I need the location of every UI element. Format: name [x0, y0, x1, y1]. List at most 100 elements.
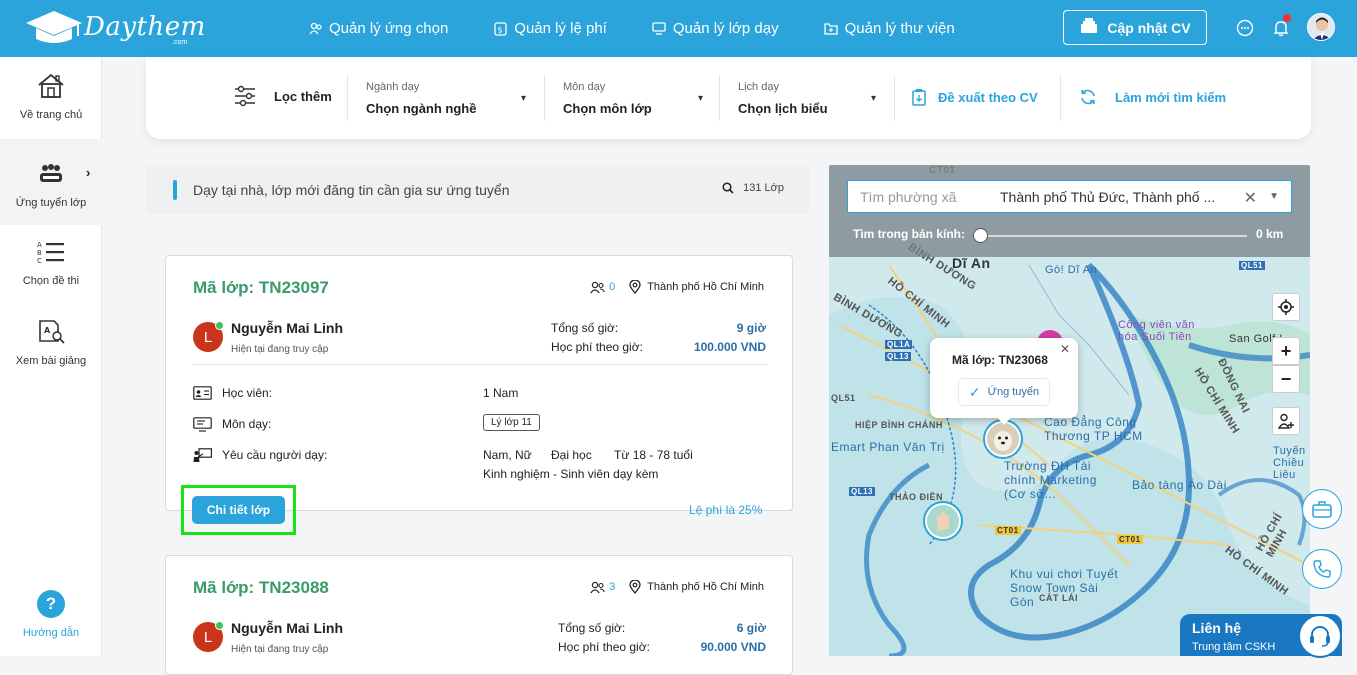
major-select[interactable]: Ngành dạy Chọn ngành nghề ▾	[366, 57, 526, 139]
ward-search-input[interactable]: Tìm phường xã Thành phố Thủ Đức, Thành p…	[847, 180, 1292, 213]
close-icon[interactable]: ✕	[1060, 342, 1070, 356]
zoom-in-button[interactable]: +	[1272, 337, 1300, 365]
tutor-name: Nguyễn Mai Linh	[231, 320, 343, 336]
students-value: 1 Nam	[483, 386, 519, 400]
map[interactable]: Tìm phường xã Thành phố Thủ Đức, Thành p…	[829, 165, 1310, 656]
logo[interactable]: Daythem .com	[24, 9, 206, 46]
subject-select[interactable]: Môn dạy Chọn môn lớp ▾	[563, 57, 703, 139]
board-icon	[193, 416, 213, 432]
sliders-icon	[235, 85, 255, 107]
refresh-search-button[interactable]: Làm mới tìm kiếm	[1079, 88, 1226, 106]
avatar: L	[193, 321, 224, 352]
update-cv-label: Cập nhật CV	[1107, 19, 1191, 36]
divider	[894, 75, 895, 121]
divider	[778, 510, 793, 511]
subject-value: Lý lớp 11	[483, 414, 540, 431]
class-code[interactable]: Mã lớp: TN23097	[193, 278, 329, 298]
tutor-name: Nguyễn Mai Linh	[231, 620, 343, 636]
nav-manage-library[interactable]: Quản lý thư viện	[824, 20, 955, 37]
map-search-panel: Tìm phường xã Thành phố Thủ Đức, Thành p…	[829, 165, 1310, 257]
sidebar-item-choose-exam[interactable]: ABC Chọn đề thi	[0, 237, 102, 303]
class-detail-button[interactable]: Chi tiết lớp	[192, 496, 285, 524]
add-person-button[interactable]	[1272, 407, 1300, 435]
suggest-by-cv-button[interactable]: Đề xuất theo CV	[912, 88, 1038, 106]
clear-icon[interactable]: ✕	[1244, 188, 1257, 208]
contact-support-widget[interactable]: Liên hệ Trung tâm CSKH	[1180, 614, 1342, 658]
applicants-icon	[590, 581, 605, 593]
chat-icon[interactable]	[1234, 17, 1256, 39]
requirements-label: Yêu cầu người dạy:	[222, 448, 328, 462]
map-label: QL51	[831, 393, 856, 403]
more-filters-button[interactable]: Lọc thêm	[234, 85, 332, 107]
contact-subtitle: Trung tâm CSKH	[1192, 641, 1276, 653]
graduation-cap-icon	[26, 11, 82, 43]
nav-manage-applications[interactable]: Quản lý ứng chọn	[308, 20, 448, 37]
nav-manage-classes[interactable]: Quản lý lớp dạy	[652, 20, 779, 37]
locate-button[interactable]	[1272, 293, 1300, 321]
clipboard-icon	[912, 88, 926, 106]
svg-text:C: C	[37, 257, 42, 264]
contact-title: Liên hệ	[1192, 620, 1242, 636]
suggest-by-cv-label: Đề xuất theo CV	[938, 89, 1038, 105]
class-meta: 3 Thành phố Hồ Chí Minh	[590, 580, 764, 594]
sidebar-item-apply-class[interactable]: Ứng tuyển lớp ›	[0, 139, 102, 225]
popup-apply-button[interactable]: ✓ Ứng tuyển	[958, 378, 1050, 406]
highlight-box: Chi tiết lớp	[181, 485, 296, 535]
divider	[719, 75, 720, 121]
sidebar-item-label: Ứng tuyển lớp	[15, 197, 87, 209]
class-marker[interactable]	[925, 503, 961, 539]
sidebar-item-view-lecture[interactable]: A Xem bài giảng	[0, 317, 102, 383]
major-select-label: Ngành dạy	[366, 80, 420, 93]
schedule-select-label: Lịch dạy	[738, 80, 779, 93]
phone-icon	[1313, 560, 1331, 578]
update-cv-button[interactable]: Cập nhật CV	[1063, 10, 1207, 45]
total-hours-value: 9 giờ	[736, 321, 766, 335]
refresh-search-label: Làm mới tìm kiếm	[1115, 89, 1227, 105]
crosshair-icon	[1278, 299, 1294, 315]
zoom-out-button[interactable]: −	[1272, 365, 1300, 393]
user-avatar[interactable]	[1307, 13, 1335, 41]
sidebar-item-label: Chọn đề thi	[22, 275, 80, 287]
nav-manage-fees[interactable]: $ Quản lý lệ phí	[493, 20, 607, 37]
help-link[interactable]: ? Hướng dẫn	[0, 590, 102, 639]
req-experience: Kinh nghiệm - Sinh viên dạy kèm	[483, 467, 659, 481]
lecture-icon: A	[36, 317, 66, 347]
phone-float-button[interactable]	[1302, 549, 1342, 589]
sidebar-item-home[interactable]: Về trang chủ	[0, 71, 102, 139]
class-count-label: 131 Lớp	[743, 182, 784, 194]
radius-slider-track[interactable]	[977, 235, 1247, 237]
briefcase-icon	[1312, 501, 1332, 518]
hand-avatar-icon	[927, 505, 959, 537]
svg-text:$: $	[498, 25, 503, 34]
avatar-letter: L	[203, 628, 213, 646]
divider	[193, 364, 767, 365]
map-label: HIỆP BÌNH CHÁNH	[855, 420, 943, 430]
svg-text:B: B	[37, 249, 42, 257]
briefcase-float-button[interactable]	[1302, 489, 1342, 529]
applicants-count: 3	[609, 581, 616, 593]
class-card: Mã lớp: TN23088 3 Thành phố Hồ Chí Minh …	[165, 555, 793, 675]
chevron-right-icon: ›	[86, 165, 91, 180]
divider	[1060, 75, 1061, 121]
students-row: Học viên:	[193, 385, 272, 401]
bell-icon[interactable]	[1270, 14, 1292, 39]
req-gender: Nam, Nữ	[483, 448, 532, 462]
schedule-select[interactable]: Lịch dạy Chọn lịch biểu ▾	[738, 57, 876, 139]
class-city: Thành phố Hồ Chí Minh	[647, 581, 764, 593]
main-nav: Quản lý ứng chọn $ Quản lý lệ phí Quản l…	[308, 0, 1000, 57]
class-marker[interactable]	[985, 421, 1021, 457]
popup-tail	[996, 416, 1012, 425]
class-icon	[652, 21, 667, 36]
radius-value: 0 km	[1256, 227, 1284, 241]
total-hours-value: 6 giờ	[736, 621, 766, 635]
online-dot	[215, 321, 224, 330]
road-label: QL1A	[885, 340, 913, 349]
users-icon	[308, 21, 323, 36]
class-code[interactable]: Mã lớp: TN23088	[193, 578, 329, 598]
radius-slider-handle[interactable]	[973, 228, 988, 243]
notification-dot	[1283, 14, 1291, 22]
nav-label: Quản lý lớp dạy	[672, 20, 779, 37]
chevron-down-icon[interactable]: ▼	[1269, 191, 1279, 202]
applicants-count: 0	[609, 281, 616, 293]
chevron-down-icon: ▾	[870, 93, 876, 104]
